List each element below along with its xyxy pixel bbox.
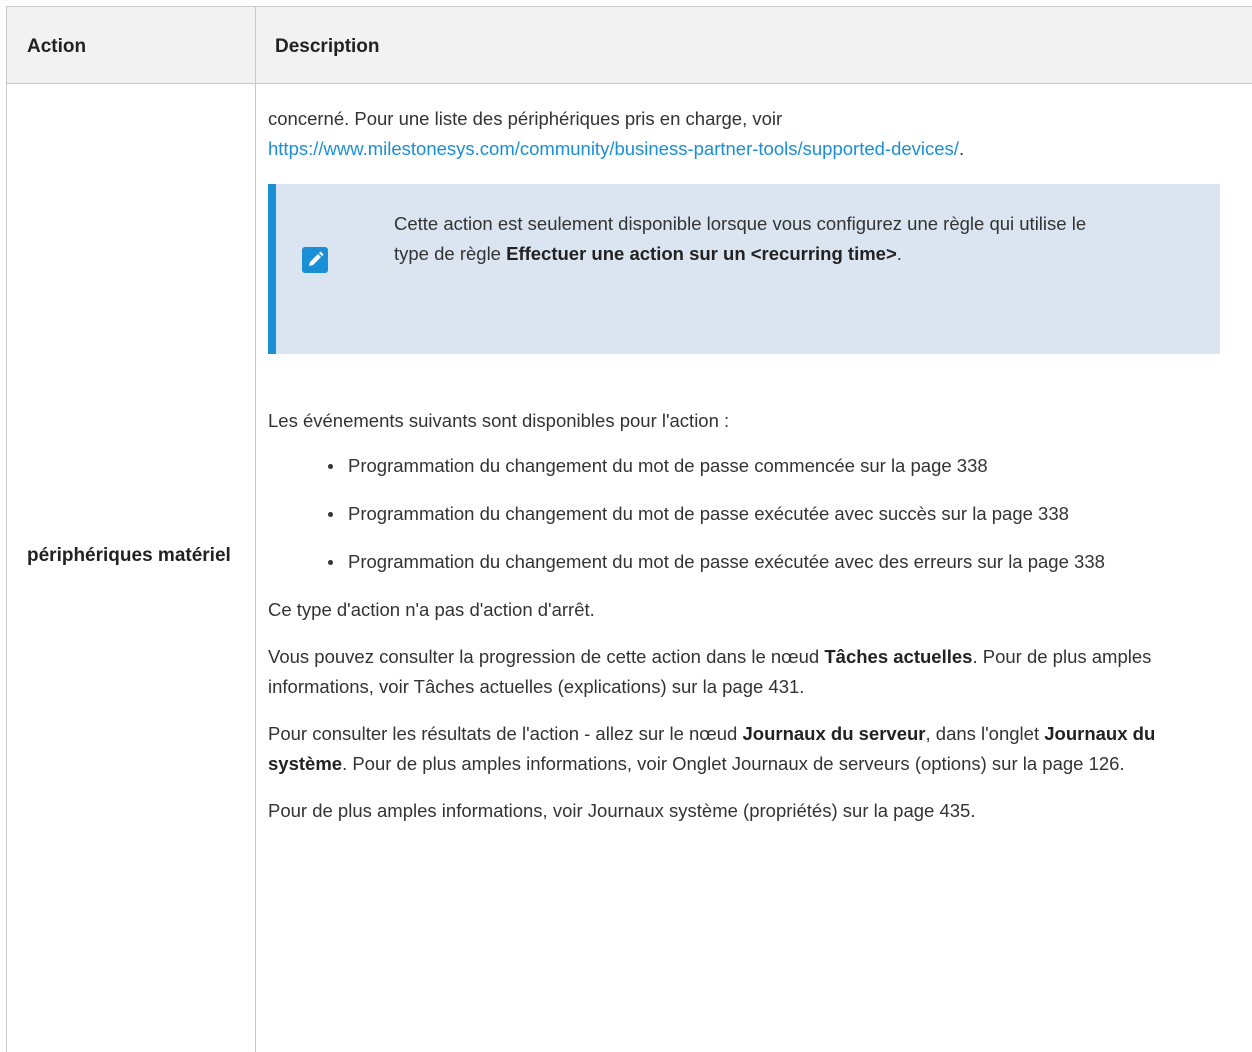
column-header-action: Action bbox=[27, 36, 87, 57]
events-intro: Les événements suivants sont disponibles… bbox=[268, 410, 730, 431]
results-text-2: , dans l'onglet bbox=[925, 723, 1045, 744]
table-header-row: Action Description bbox=[7, 7, 1252, 84]
results-text-3: . Pour de plus amples informations, voir… bbox=[342, 753, 1125, 774]
row-action-label: périphériques matériel bbox=[27, 545, 231, 566]
results-paragraph: Pour consulter les résultats de l'action… bbox=[268, 719, 1236, 779]
events-list: Programmation du changement du mot de pa… bbox=[268, 451, 1236, 577]
progress-text-1: Vous pouvez consulter la progression de … bbox=[268, 646, 825, 667]
results-text-1: Pour consulter les résultats de l'action… bbox=[268, 723, 743, 744]
event-item: Programmation du changement du mot de pa… bbox=[328, 499, 1236, 529]
no-stop-action-text: Ce type d'action n'a pas d'action d'arrê… bbox=[268, 599, 595, 620]
pencil-icon bbox=[302, 247, 328, 273]
note-text-part2: . bbox=[896, 243, 902, 264]
intro-paragraph: concerné. Pour une liste des périphériqu… bbox=[268, 104, 1236, 164]
results-bold-1: Journaux du serveur bbox=[742, 723, 926, 744]
column-header-description: Description bbox=[275, 36, 380, 57]
note-box: Cette action est seulement disponible lo… bbox=[268, 184, 1220, 354]
event-item: Programmation du changement du mot de pa… bbox=[328, 547, 1236, 577]
intro-text: concerné. Pour une liste des périphériqu… bbox=[268, 108, 783, 129]
note-text: Cette action est seulement disponible lo… bbox=[394, 209, 1094, 269]
column-divider bbox=[255, 7, 256, 1052]
more-info-text: Pour de plus amples informations, voir J… bbox=[268, 800, 976, 821]
progress-bold: Tâches actuelles bbox=[824, 646, 973, 667]
event-item: Programmation du changement du mot de pa… bbox=[328, 451, 1236, 481]
progress-paragraph: Vous pouvez consulter la progression de … bbox=[268, 642, 1236, 702]
link-suffix: . bbox=[958, 138, 965, 159]
row-description: concerné. Pour une liste des périphériqu… bbox=[268, 104, 1236, 826]
supported-devices-link[interactable]: https://www.milestonesys.com/community/b… bbox=[268, 138, 959, 159]
note-text-bold: Effectuer une action sur un <recurring t… bbox=[506, 243, 897, 264]
